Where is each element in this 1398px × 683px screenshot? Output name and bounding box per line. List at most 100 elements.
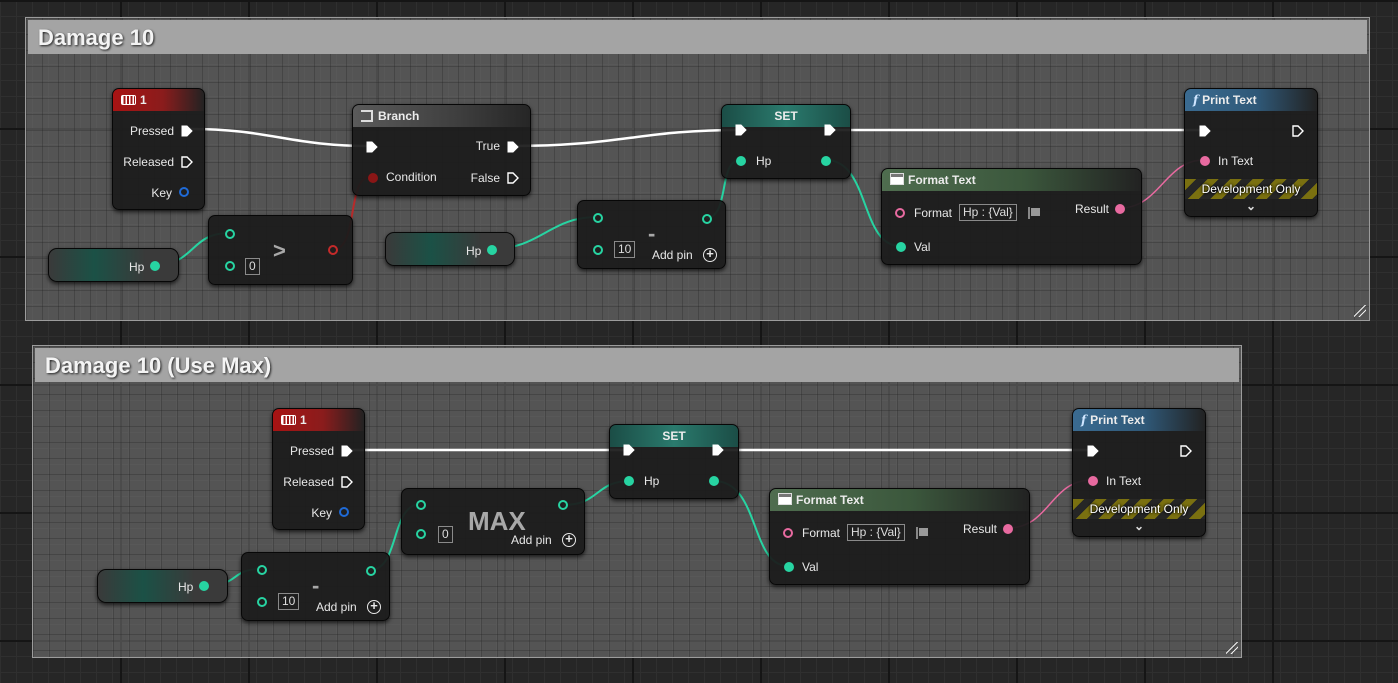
add-pin-icon[interactable]: +	[562, 532, 576, 547]
subtract-b-pin[interactable]	[593, 245, 603, 255]
chevron-down-icon[interactable]: ⌄	[1185, 199, 1317, 213]
in-text-pin[interactable]	[1088, 476, 1098, 486]
comment-box-damage-10-use-max[interactable]: Damage 10 (Use Max)	[32, 345, 1242, 658]
format-value[interactable]: Hp : {Val}	[959, 204, 1017, 221]
node-title: Print Text	[1202, 93, 1257, 107]
set-hp-in-pin[interactable]	[736, 156, 746, 166]
released-exec-pin[interactable]	[181, 156, 193, 168]
print-text-node[interactable]: f Print Text In Text Development Only ⌄	[1184, 88, 1318, 217]
set-exec-out-pin[interactable]	[712, 444, 724, 456]
format-value[interactable]: Hp : {Val}	[847, 524, 905, 541]
flag-icon[interactable]	[916, 527, 928, 539]
greater-operator: >	[273, 238, 286, 263]
add-pin-icon[interactable]: +	[367, 599, 381, 614]
resize-handle-icon[interactable]	[1354, 305, 1366, 317]
in-text-label: In Text	[1218, 154, 1254, 168]
greater-result-pin[interactable]	[328, 245, 338, 255]
format-text-node[interactable]: Format Text Format Hp : {Val} Result Val	[881, 168, 1142, 265]
branch-exec-in-pin[interactable]	[366, 141, 378, 153]
print-exec-out-pin[interactable]	[1292, 125, 1304, 137]
released-exec-pin[interactable]	[341, 476, 353, 488]
comment-title[interactable]: Damage 10	[28, 20, 1367, 54]
set-hp-out-pin[interactable]	[821, 156, 831, 166]
max-a-pin[interactable]	[416, 500, 426, 510]
node-title: Print Text	[1090, 413, 1145, 427]
true-exec-pin[interactable]	[507, 141, 519, 153]
max-result-pin[interactable]	[558, 500, 568, 510]
add-pin-icon[interactable]: +	[703, 247, 717, 262]
set-node[interactable]: SET Hp	[721, 104, 851, 179]
subtract-a-pin[interactable]	[257, 565, 267, 575]
val-pin[interactable]	[784, 562, 794, 572]
result-pin[interactable]	[1003, 524, 1013, 534]
pressed-label: Pressed	[289, 444, 334, 458]
comment-title[interactable]: Damage 10 (Use Max)	[35, 348, 1239, 382]
hp-label: Hp	[756, 154, 772, 168]
subtract-node[interactable]: 10 - Add pin +	[241, 552, 390, 621]
greater-a-pin[interactable]	[225, 229, 235, 239]
key-event-node[interactable]: 1 Pressed Released Key	[272, 408, 365, 530]
val-pin[interactable]	[896, 242, 906, 252]
greater-b-pin[interactable]	[225, 261, 235, 271]
print-exec-out-pin[interactable]	[1180, 445, 1192, 457]
hp-getter-node[interactable]: Hp	[97, 569, 228, 603]
format-text-icon	[890, 173, 904, 185]
subtract-b-value[interactable]: 10	[614, 241, 636, 258]
result-label: Result	[1075, 202, 1110, 216]
print-exec-in-pin[interactable]	[1199, 125, 1211, 137]
subtract-a-pin[interactable]	[593, 213, 603, 223]
greater-than-node[interactable]: 0 >	[208, 215, 353, 285]
subtract-result-pin[interactable]	[366, 566, 376, 576]
set-node[interactable]: SET Hp	[609, 424, 739, 499]
subtract-node[interactable]: 10 - Add pin +	[577, 200, 726, 269]
add-pin-label[interactable]: Add pin	[511, 533, 552, 547]
set-exec-in-pin[interactable]	[623, 444, 635, 456]
set-exec-in-pin[interactable]	[735, 124, 747, 136]
result-label: Result	[963, 522, 998, 536]
set-exec-out-pin[interactable]	[824, 124, 836, 136]
greater-b-value[interactable]: 0	[245, 258, 260, 275]
key-struct-pin[interactable]	[339, 507, 349, 517]
node-header: 1	[273, 409, 364, 431]
subtract-result-pin[interactable]	[702, 214, 712, 224]
result-pin[interactable]	[1115, 204, 1125, 214]
flag-icon[interactable]	[1028, 207, 1040, 219]
format-pin[interactable]	[895, 208, 905, 218]
print-exec-in-pin[interactable]	[1087, 445, 1099, 457]
add-pin-label[interactable]: Add pin	[316, 600, 357, 614]
max-b-pin[interactable]	[416, 529, 426, 539]
chevron-down-icon[interactable]: ⌄	[1073, 519, 1205, 533]
in-text-pin[interactable]	[1200, 156, 1210, 166]
hp-output-pin[interactable]	[150, 261, 160, 271]
print-text-node[interactable]: f Print Text In Text Development Only ⌄	[1072, 408, 1206, 537]
subtract-b-value[interactable]: 10	[278, 593, 300, 610]
hp-output-pin[interactable]	[199, 581, 209, 591]
pressed-exec-pin[interactable]	[341, 445, 353, 457]
format-pin[interactable]	[783, 528, 793, 538]
node-title: Format Text	[796, 493, 864, 507]
key-label: Key	[151, 186, 172, 200]
resize-handle-icon[interactable]	[1226, 642, 1238, 654]
false-exec-pin[interactable]	[507, 172, 519, 184]
condition-pin[interactable]	[368, 173, 378, 183]
function-icon: f	[1193, 93, 1199, 107]
node-header: Format Text	[770, 489, 1029, 511]
add-pin-label[interactable]: Add pin	[652, 248, 693, 262]
set-hp-out-pin[interactable]	[709, 476, 719, 486]
hp-output-pin[interactable]	[487, 245, 497, 255]
hp-getter-node[interactable]: Hp	[48, 248, 179, 282]
branch-node[interactable]: Branch Condition True False	[352, 104, 531, 196]
max-b-value[interactable]: 0	[438, 526, 453, 543]
key-label: Key	[311, 506, 332, 520]
max-node[interactable]: 0 MAX Add pin +	[401, 488, 585, 555]
set-hp-in-pin[interactable]	[624, 476, 634, 486]
node-header: Branch	[353, 105, 530, 127]
hp-label: Hp	[129, 260, 145, 274]
pressed-exec-pin[interactable]	[181, 125, 193, 137]
key-event-node[interactable]: 1 Pressed Released Key	[112, 88, 205, 210]
subtract-b-pin[interactable]	[257, 597, 267, 607]
key-struct-pin[interactable]	[179, 187, 189, 197]
format-text-node[interactable]: Format Text Format Hp : {Val} Result Val	[769, 488, 1030, 585]
node-title: Branch	[378, 109, 420, 123]
hp-getter-node[interactable]: Hp	[385, 232, 515, 266]
